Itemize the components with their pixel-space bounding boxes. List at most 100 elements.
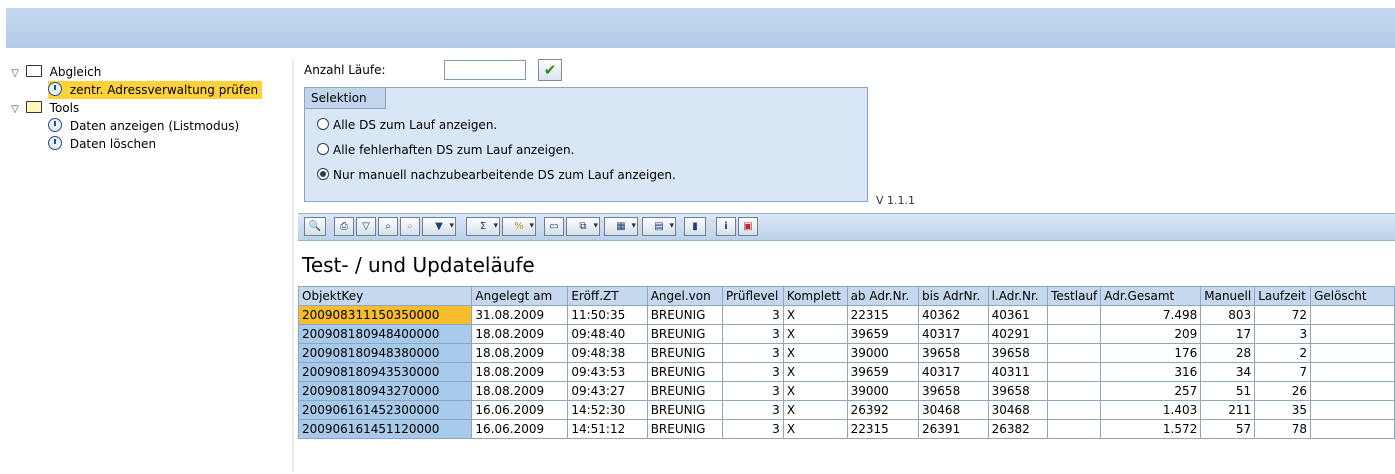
table-cell[interactable]: 18.08.2009 <box>471 324 569 344</box>
table-cell[interactable]: X <box>782 343 848 363</box>
radio-option-fehlerhafte[interactable]: Alle fehlerhaften DS zum Lauf anzeigen. <box>317 141 574 159</box>
table-cell[interactable]: 40317 <box>918 324 989 344</box>
collapse-triangle-icon[interactable]: ▽ <box>8 101 22 119</box>
table-cell[interactable]: 26 <box>1254 381 1312 401</box>
table-cell[interactable]: 39000 <box>846 343 920 363</box>
table-cell[interactable] <box>1310 362 1395 382</box>
table-cell[interactable]: 16.06.2009 <box>471 400 569 420</box>
table-cell[interactable]: 14:51:12 <box>567 419 648 439</box>
table-cell[interactable]: X <box>782 362 848 382</box>
table-row[interactable]: 200906161452300000 16.06.2009 14:52:30 BREU… <box>297 400 1395 420</box>
table-cell[interactable]: 39658 <box>918 343 989 363</box>
objektkey-cell[interactable]: 200908180948400000 <box>297 324 473 344</box>
table-cell[interactable]: BREUNIG <box>646 362 723 382</box>
table-row[interactable]: 200906161451120000 16.06.2009 14:51:12 BREU… <box>297 419 1395 439</box>
objektkey-cell[interactable]: 200908180943530000 <box>297 362 473 382</box>
column-header[interactable]: l.Adr.Nr. <box>987 286 1049 306</box>
table-cell[interactable] <box>1047 419 1102 439</box>
objektkey-cell[interactable]: 200906161452300000 <box>297 400 473 420</box>
table-cell[interactable]: 26382 <box>987 419 1049 439</box>
table-cell[interactable]: 18.08.2009 <box>471 381 569 401</box>
objektkey-cell[interactable]: 200908180943270000 <box>297 381 473 401</box>
collapse-triangle-icon[interactable]: ▽ <box>8 65 22 83</box>
table-cell[interactable]: 09:48:38 <box>567 343 648 363</box>
table-cell[interactable]: 09:43:27 <box>567 381 648 401</box>
objektkey-cell[interactable]: 200908311150350000 <box>297 305 473 325</box>
print-icon[interactable]: ⎙ <box>334 217 354 236</box>
objektkey-cell[interactable]: 200906161451120000 <box>297 419 473 439</box>
table-cell[interactable]: 18.08.2009 <box>471 343 569 363</box>
table-cell[interactable]: 40362 <box>918 305 989 325</box>
table-cell[interactable] <box>1047 324 1102 344</box>
table-cell[interactable]: 39659 <box>846 362 920 382</box>
subtotal-icon[interactable]: % <box>502 217 536 236</box>
table-cell[interactable]: X <box>782 324 848 344</box>
table-cell[interactable]: 3 <box>721 381 784 401</box>
table-cell[interactable]: 316 <box>1100 362 1202 382</box>
table-cell[interactable] <box>1310 324 1395 344</box>
table-cell[interactable]: X <box>782 305 848 325</box>
layout-icon[interactable]: ▤ <box>642 217 676 236</box>
table-cell[interactable]: 09:43:53 <box>567 362 648 382</box>
table-cell[interactable]: 57 <box>1200 419 1256 439</box>
table-cell[interactable]: 7.498 <box>1100 305 1202 325</box>
spreadsheet-icon[interactable]: ▦ <box>604 217 638 236</box>
table-cell[interactable]: BREUNIG <box>646 305 723 325</box>
table-cell[interactable]: 3 <box>721 343 784 363</box>
table-row[interactable]: 200908311150350000 31.08.2009 11:50:35 BREU… <box>297 305 1395 325</box>
column-header[interactable]: Laufzeit <box>1254 286 1312 306</box>
objektkey-cell[interactable]: 200908180948380000 <box>297 343 473 363</box>
table-cell[interactable]: 3 <box>721 400 784 420</box>
table-cell[interactable] <box>1310 400 1395 420</box>
set-filter-icon[interactable]: ▼ <box>422 217 456 236</box>
table-cell[interactable]: 1.572 <box>1100 419 1202 439</box>
table-cell[interactable] <box>1310 381 1395 401</box>
table-cell[interactable]: 28 <box>1200 343 1256 363</box>
table-cell[interactable]: 14:52:30 <box>567 400 648 420</box>
table-cell[interactable] <box>1310 343 1395 363</box>
table-cell[interactable] <box>1047 362 1102 382</box>
tree-node-daten-loeschen[interactable]: Daten löschen <box>48 135 156 153</box>
table-cell[interactable]: BREUNIG <box>646 400 723 420</box>
execute-button[interactable]: ✔ <box>538 59 562 81</box>
column-header[interactable]: Testlauf <box>1047 286 1102 306</box>
table-cell[interactable]: 39659 <box>846 324 920 344</box>
table-row[interactable]: 200908180948380000 18.08.2009 09:48:38 BREU… <box>297 343 1395 363</box>
radio-option-alle[interactable]: Alle DS zum Lauf anzeigen. <box>317 116 497 134</box>
table-cell[interactable]: X <box>782 419 848 439</box>
table-cell[interactable]: 35 <box>1254 400 1312 420</box>
table-cell[interactable]: 3 <box>1254 324 1312 344</box>
column-header[interactable]: Prüflevel <box>721 286 784 306</box>
radio-option-manuell[interactable]: Nur manuell nachzubearbeitende DS zum La… <box>317 166 676 184</box>
table-cell[interactable]: BREUNIG <box>646 343 723 363</box>
table-cell[interactable]: X <box>782 400 848 420</box>
table-cell[interactable] <box>1047 343 1102 363</box>
info-icon[interactable]: i <box>716 217 736 236</box>
table-cell[interactable]: 22315 <box>846 419 920 439</box>
table-cell[interactable]: 30468 <box>987 400 1049 420</box>
details-icon[interactable]: 🔍 <box>304 217 326 236</box>
table-cell[interactable]: 209 <box>1100 324 1202 344</box>
table-cell[interactable]: 3 <box>721 305 784 325</box>
table-cell[interactable] <box>1047 305 1102 325</box>
column-header[interactable]: bis AdrNr. <box>918 286 989 306</box>
table-cell[interactable] <box>1047 381 1102 401</box>
radio-button[interactable] <box>317 118 329 130</box>
table-cell[interactable]: 51 <box>1200 381 1256 401</box>
find-next-icon[interactable]: ⌕ <box>400 217 420 236</box>
column-header[interactable]: Komplett <box>782 286 848 306</box>
radio-button[interactable] <box>317 143 329 155</box>
sum-icon[interactable]: Σ <box>466 217 500 236</box>
column-header[interactable]: ab Adr.Nr. <box>846 286 920 306</box>
filter-icon[interactable]: ▽ <box>356 217 376 236</box>
table-row[interactable]: 200908180943530000 18.08.2009 09:43:53 BREU… <box>297 362 1395 382</box>
table-cell[interactable]: 39658 <box>987 381 1049 401</box>
tree-node-tools[interactable]: ▽ Tools <box>8 99 79 117</box>
table-cell[interactable]: 7 <box>1254 362 1312 382</box>
table-cell[interactable]: 18.08.2009 <box>471 362 569 382</box>
table-cell[interactable]: 34 <box>1200 362 1256 382</box>
table-row[interactable]: 200908180948400000 18.08.2009 09:48:40 BREU… <box>297 324 1395 344</box>
table-cell[interactable]: 26392 <box>846 400 920 420</box>
table-cell[interactable]: BREUNIG <box>646 381 723 401</box>
table-cell[interactable]: 26391 <box>918 419 989 439</box>
